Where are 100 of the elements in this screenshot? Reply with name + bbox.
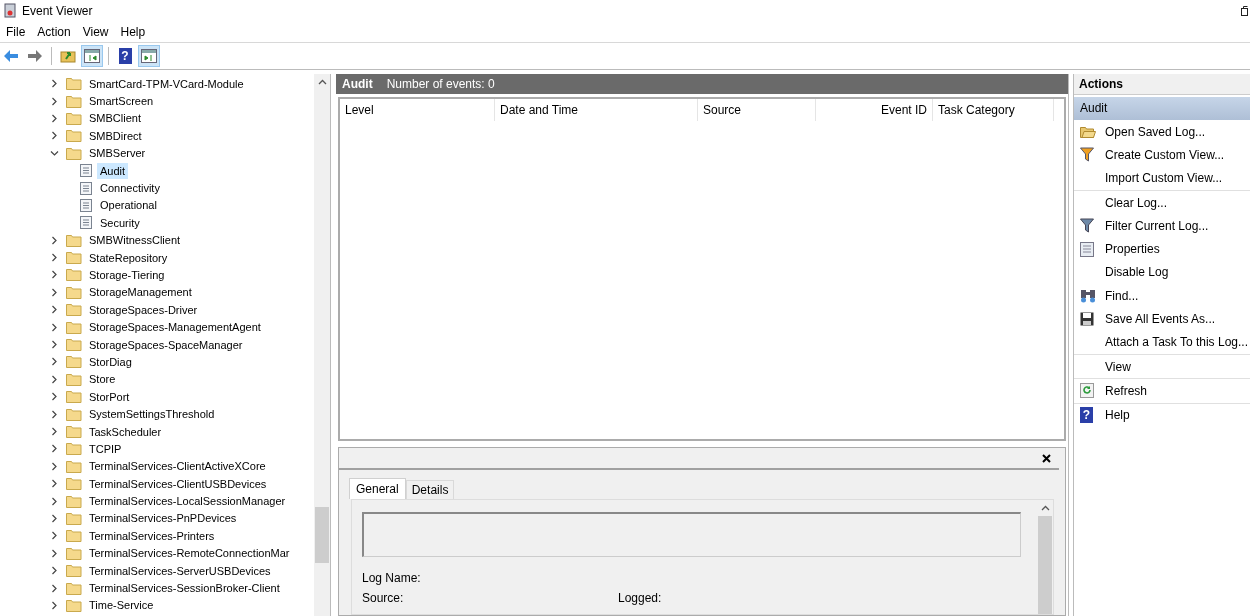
section-header[interactable]: Audit xyxy=(1074,97,1250,120)
expand-chevron-icon[interactable] xyxy=(50,253,59,263)
tree-item[interactable]: StorageSpaces-SpaceManager xyxy=(86,336,246,353)
action-pane-button[interactable] xyxy=(138,45,160,67)
tree-item[interactable]: TerminalServices-ClientUSBDevices xyxy=(86,475,270,492)
tree-item[interactable]: Connectivity xyxy=(97,180,163,197)
menu-item[interactable]: Action xyxy=(33,24,79,39)
column-header[interactable]: Task Category xyxy=(933,99,1054,121)
tree-item[interactable]: Security xyxy=(97,214,143,231)
tree-item[interactable]: SystemSettingsThreshold xyxy=(86,406,218,423)
column-header[interactable]: Source xyxy=(698,99,816,121)
expand-chevron-icon[interactable] xyxy=(50,374,59,384)
help-button[interactable]: ? xyxy=(114,45,136,67)
expand-chevron-icon[interactable] xyxy=(50,461,59,471)
tree-item[interactable]: StorageSpaces-Driver xyxy=(86,301,201,318)
expand-chevron-icon[interactable] xyxy=(50,566,59,576)
tree-item[interactable]: TaskScheduler xyxy=(86,423,165,440)
expand-chevron-icon[interactable] xyxy=(50,79,59,89)
tree-item[interactable]: TerminalServices-PnPDevices xyxy=(86,510,240,527)
expand-chevron-icon[interactable] xyxy=(50,513,59,523)
pane-command[interactable]: Save All Events As... xyxy=(1105,312,1216,326)
expand-chevron-icon[interactable] xyxy=(50,409,59,419)
tree-item[interactable]: StorDiag xyxy=(86,353,135,370)
tree-item[interactable]: TerminalServices-ClientActiveXCore xyxy=(86,458,269,475)
expand-chevron-icon[interactable] xyxy=(50,496,59,506)
pane-command[interactable]: Properties xyxy=(1105,242,1160,257)
tree-item[interactable]: Audit xyxy=(97,162,129,179)
scroll-up-icon[interactable] xyxy=(317,79,327,85)
pane-command[interactable]: Refresh xyxy=(1105,383,1148,398)
tree-item[interactable]: SmartScreen xyxy=(86,93,157,110)
help-icon: ? xyxy=(1080,407,1093,424)
tree-item[interactable]: Store xyxy=(86,371,119,388)
tree-item[interactable]: SMBWitnessClient xyxy=(86,232,184,249)
pane-command[interactable]: Disable Log xyxy=(1105,265,1169,280)
tree-item[interactable]: Time-Service xyxy=(86,597,157,614)
pane-command[interactable]: Help xyxy=(1105,408,1130,423)
field-label: Logged: xyxy=(618,591,662,605)
tree-item[interactable]: StateRepository xyxy=(86,249,171,266)
console-tree-button[interactable] xyxy=(81,45,103,67)
restore-icon[interactable] xyxy=(1241,5,1248,16)
pane-command[interactable]: Create Custom View... xyxy=(1105,147,1225,162)
tree-item[interactable]: TerminalServices-LocalSessionManager xyxy=(86,493,289,510)
scroll-up-icon[interactable] xyxy=(1040,505,1050,511)
scroll-thumb[interactable] xyxy=(315,507,329,563)
expand-chevron-icon[interactable] xyxy=(50,131,59,141)
tab[interactable]: General xyxy=(349,478,406,499)
expand-chevron-icon[interactable] xyxy=(50,531,59,541)
pane-command[interactable]: View xyxy=(1105,359,1131,374)
binoculars-icon xyxy=(1080,288,1096,303)
tree-item[interactable]: TerminalServices-Printers xyxy=(86,527,218,544)
column-header[interactable]: Date and Time xyxy=(495,99,698,121)
tree-item[interactable]: TCPIP xyxy=(86,440,125,457)
funnel-icon xyxy=(1080,218,1094,234)
tree-item[interactable]: TerminalServices-RemoteConnectionMar xyxy=(86,545,293,562)
pane-command[interactable]: Attach a Task To this Log... xyxy=(1105,335,1248,350)
pane-command[interactable]: Filter Current Log... xyxy=(1105,218,1209,233)
close-icon[interactable] xyxy=(1042,453,1051,463)
tree-item[interactable]: Operational xyxy=(97,197,160,214)
tree-item[interactable]: TerminalServices-SessionBroker-Client xyxy=(86,580,283,596)
tree-item[interactable]: StorageManagement xyxy=(86,284,195,301)
expand-chevron-icon[interactable] xyxy=(50,357,59,367)
tree-item[interactable]: SMBServer xyxy=(86,145,149,162)
column-header[interactable]: Level xyxy=(340,99,495,121)
expand-chevron-icon[interactable] xyxy=(50,270,59,280)
tree-item[interactable]: Storage-Tiering xyxy=(86,267,168,283)
pane-command[interactable]: Open Saved Log... xyxy=(1105,124,1206,139)
tree-item[interactable]: TerminalServices-ServerUSBDevices xyxy=(86,562,274,579)
tree-item[interactable]: SMBDirect xyxy=(86,127,145,144)
pane-command[interactable]: Clear Log... xyxy=(1105,195,1168,210)
folder-icon xyxy=(66,494,82,508)
collapse-chevron-icon[interactable] xyxy=(50,148,59,158)
expand-chevron-icon[interactable] xyxy=(50,287,59,297)
pane-command[interactable]: Import Custom View... xyxy=(1105,171,1223,186)
tab[interactable]: Details xyxy=(405,480,455,499)
scrollbar[interactable] xyxy=(314,74,330,616)
menu-item[interactable]: File xyxy=(2,24,34,39)
funnel-icon xyxy=(1080,147,1094,163)
tree-item[interactable]: SmartCard-TPM-VCard-Module xyxy=(86,75,247,92)
expand-chevron-icon[interactable] xyxy=(50,235,59,245)
menu-item[interactable]: Help xyxy=(116,24,154,39)
menu-item[interactable]: View xyxy=(78,24,117,39)
expand-chevron-icon[interactable] xyxy=(50,340,59,350)
expand-chevron-icon[interactable] xyxy=(50,444,59,454)
pane-command[interactable]: Find... xyxy=(1105,288,1139,303)
tree-item[interactable]: StorageSpaces-ManagementAgent xyxy=(86,319,264,336)
tree-item[interactable]: SMBClient xyxy=(86,110,144,127)
expand-chevron-icon[interactable] xyxy=(50,600,59,610)
expand-chevron-icon[interactable] xyxy=(50,427,59,436)
tree-item[interactable]: StorPort xyxy=(86,388,133,405)
folder-icon xyxy=(66,581,82,595)
expand-chevron-icon[interactable] xyxy=(50,392,59,402)
expand-chevron-icon[interactable] xyxy=(50,322,59,332)
expand-chevron-icon[interactable] xyxy=(50,583,59,593)
expand-chevron-icon[interactable] xyxy=(50,479,59,489)
expand-chevron-icon[interactable] xyxy=(50,548,59,558)
expand-chevron-icon[interactable] xyxy=(50,305,59,315)
expand-chevron-icon[interactable] xyxy=(50,96,59,106)
scroll-thumb[interactable] xyxy=(1038,516,1052,614)
column-header[interactable]: Event ID xyxy=(816,99,933,121)
expand-chevron-icon[interactable] xyxy=(50,113,59,123)
